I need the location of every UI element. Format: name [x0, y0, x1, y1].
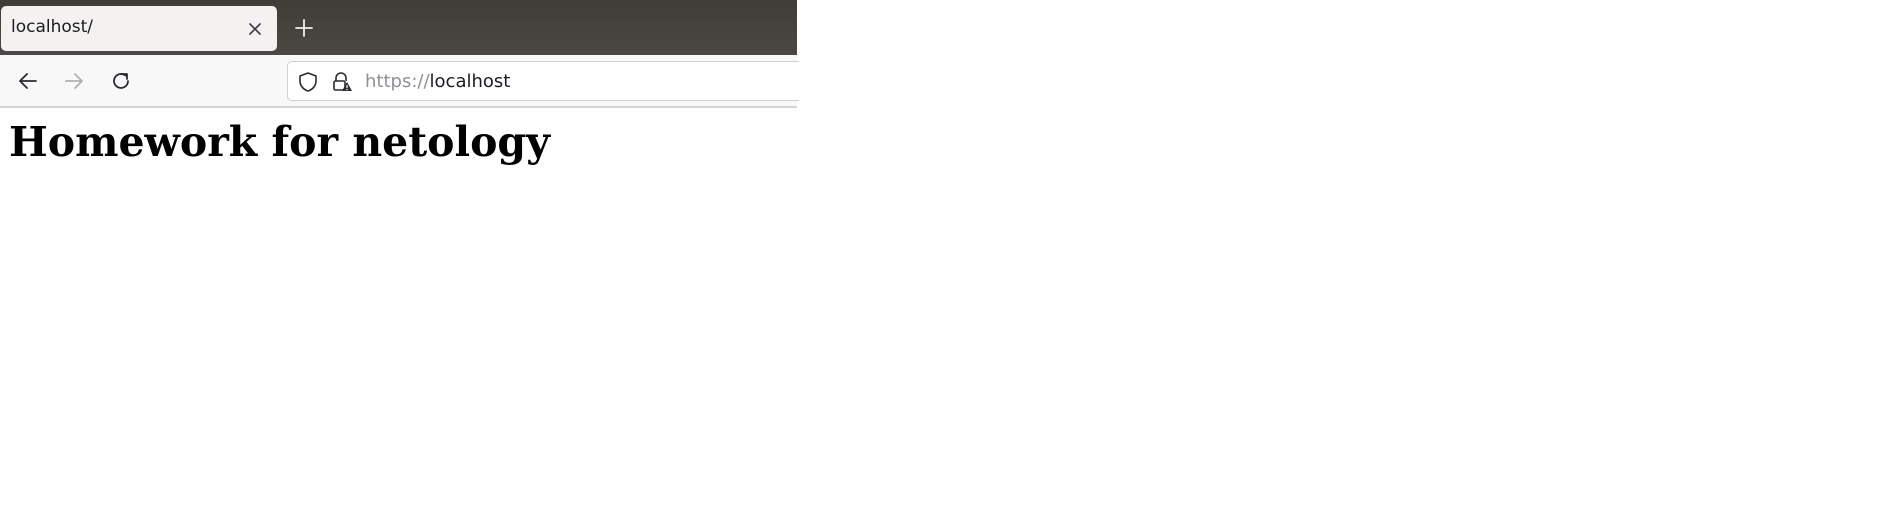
plus-icon[interactable]	[293, 17, 315, 39]
browser-window: localhost/ https://localhost	[0, 0, 799, 108]
url-bar[interactable]: https://localhost	[287, 61, 799, 101]
page-title: Homework for netology	[9, 118, 550, 166]
tab-strip: localhost/	[0, 0, 797, 55]
reload-icon[interactable]	[109, 69, 133, 93]
shield-icon[interactable]	[297, 71, 319, 93]
url-text[interactable]: https://localhost	[365, 71, 510, 92]
close-icon[interactable]	[248, 22, 262, 36]
url-scheme: https://	[365, 71, 430, 92]
forward-arrow-icon[interactable]	[62, 69, 86, 93]
lock-warning-icon[interactable]	[331, 71, 353, 93]
toolbar-divider	[0, 106, 797, 108]
tab-title: localhost/	[11, 17, 94, 37]
tab-localhost[interactable]: localhost/	[1, 6, 277, 51]
back-arrow-icon[interactable]	[16, 69, 40, 93]
navigation-toolbar: https://localhost	[0, 55, 799, 106]
url-host: localhost	[429, 71, 511, 92]
